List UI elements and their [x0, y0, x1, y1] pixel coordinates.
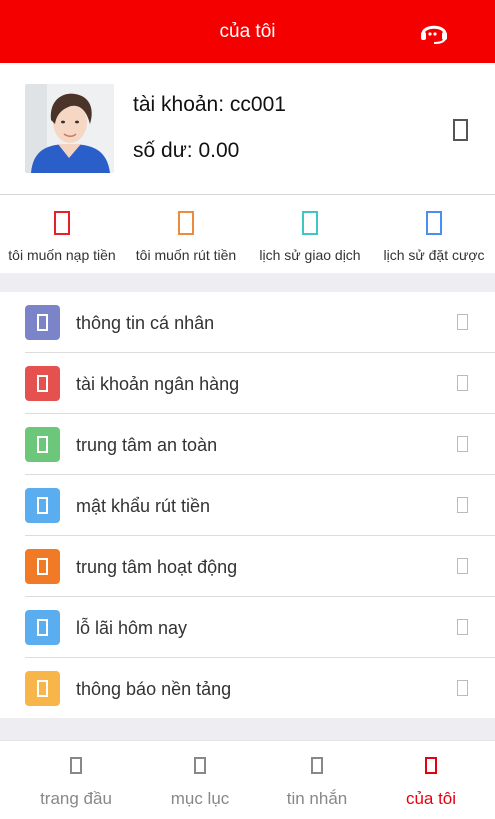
app-header: của tôi [0, 0, 495, 63]
message-icon [311, 757, 323, 774]
quick-action-label: tôi muốn nạp tiền [8, 247, 116, 263]
menu-item-label: tài khoản ngân hàng [76, 374, 240, 394]
activity-icon [25, 549, 60, 584]
balance-row: số dư: 0.00 [133, 139, 239, 163]
chevron-right-icon [457, 436, 468, 452]
balance-value: 0.00 [198, 139, 240, 162]
deposit-icon [54, 211, 70, 235]
quick-action-deposit[interactable]: tôi muốn nạp tiền [0, 195, 124, 273]
balance-label: số dư: [133, 139, 193, 162]
quick-action-withdraw[interactable]: tôi muốn rút tiền [124, 195, 248, 273]
chevron-right-icon [457, 680, 468, 696]
quick-action-bet-history[interactable]: lịch sử đặt cược [372, 195, 495, 273]
menu-item-activity[interactable]: trung tâm hoạt động [0, 536, 495, 597]
quick-action-transactions[interactable]: lịch sử giao dịch [248, 195, 372, 273]
quick-actions: tôi muốn nạp tiền tôi muốn rút tiền lịch… [0, 195, 495, 273]
tab-catalog[interactable]: mục lục [138, 741, 262, 819]
settings-menu: thông tin cá nhân tài khoản ngân hàng tr… [0, 292, 495, 718]
menu-item-label: trung tâm an toàn [76, 435, 218, 455]
announcement-icon [25, 671, 60, 706]
menu-item-label: thông báo nền tảng [76, 679, 232, 699]
home-icon [70, 757, 82, 774]
transactions-icon [302, 211, 318, 235]
personal-info-icon [25, 305, 60, 340]
account-value: cc001 [229, 93, 286, 116]
tab-label: mục lục [170, 789, 230, 808]
profit-loss-icon [25, 610, 60, 645]
menu-item-label: trung tâm hoạt động [76, 557, 238, 577]
tab-label: tin nhắn [286, 789, 348, 808]
withdraw-icon [178, 211, 194, 235]
menu-item-withdraw-password[interactable]: mật khẩu rút tiền [0, 475, 495, 536]
bottom-tab-bar: trang đầu mục lục tin nhắn của tôi [0, 740, 495, 819]
section-divider [0, 718, 495, 740]
withdraw-password-icon [25, 488, 60, 523]
bet-history-icon [426, 211, 442, 235]
menu-item-personal-info[interactable]: thông tin cá nhân [0, 292, 495, 353]
chevron-right-icon [457, 558, 468, 574]
menu-item-announcement[interactable]: thông báo nền tảng [0, 658, 495, 719]
tab-profile[interactable]: của tôi [369, 741, 493, 819]
chevron-right-icon [457, 619, 468, 635]
quick-action-label: lịch sử đặt cược [383, 247, 485, 263]
menu-item-security[interactable]: trung tâm an toàn [0, 414, 495, 475]
account-label: tài khoản: [133, 93, 225, 116]
avatar[interactable] [25, 84, 114, 173]
quick-action-label: lịch sử giao dịch [259, 247, 361, 263]
tab-label: của tôi [405, 789, 457, 808]
tab-messages[interactable]: tin nhắn [255, 741, 379, 819]
tab-label: trang đầu [40, 789, 112, 808]
profile-card: tài khoản: cc001 số dư: 0.00 [0, 63, 495, 195]
quick-action-label: tôi muốn rút tiền [135, 247, 237, 263]
section-divider [0, 273, 495, 292]
menu-item-label: lỗ lãi hôm nay [76, 618, 188, 638]
account-row: tài khoản: cc001 [133, 93, 286, 117]
menu-item-bank-account[interactable]: tài khoản ngân hàng [0, 353, 495, 414]
headset-icon[interactable] [419, 20, 449, 44]
bank-account-icon [25, 366, 60, 401]
chevron-right-icon [457, 497, 468, 513]
security-icon [25, 427, 60, 462]
refresh-icon[interactable] [453, 119, 468, 141]
menu-item-label: mật khẩu rút tiền [76, 496, 211, 516]
tab-home[interactable]: trang đầu [14, 741, 138, 819]
chevron-right-icon [457, 314, 468, 330]
chevron-right-icon [457, 375, 468, 391]
menu-item-profit-loss[interactable]: lỗ lãi hôm nay [0, 597, 495, 658]
profile-icon [425, 757, 437, 774]
catalog-icon [194, 757, 206, 774]
menu-item-label: thông tin cá nhân [76, 313, 215, 333]
